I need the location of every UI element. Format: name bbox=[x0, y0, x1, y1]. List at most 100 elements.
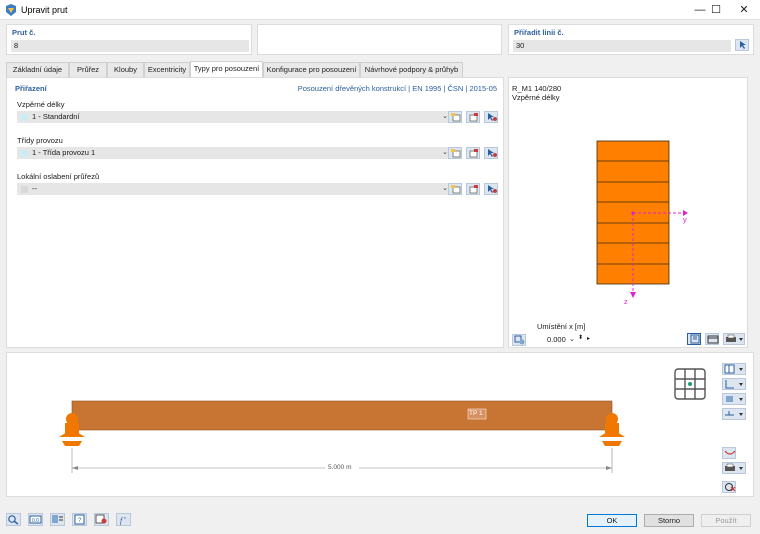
new-buckling-button[interactable] bbox=[448, 111, 462, 123]
buckling-lengths-label: Vzpěrné délky bbox=[17, 100, 65, 109]
section-preview-panel: R_M1 140/280 Vzpěrné délky y z Umístění … bbox=[508, 77, 748, 348]
help-button[interactable]: ? bbox=[72, 513, 87, 526]
buckling-lengths-select[interactable]: 1 - Standardní ⌄ bbox=[17, 111, 452, 123]
local-weakening-select[interactable]: -- ⌄ bbox=[17, 183, 452, 195]
tab-basic[interactable]: Základní údaje bbox=[6, 62, 69, 77]
formula-icon: fx bbox=[120, 515, 126, 525]
new-object-icon bbox=[451, 149, 461, 158]
display-options-button[interactable] bbox=[722, 363, 746, 375]
model-drawing bbox=[59, 368, 706, 473]
spin-right-icon[interactable]: ▸ bbox=[587, 334, 590, 345]
section-settings-button[interactable] bbox=[512, 334, 526, 346]
section-cut-button[interactable] bbox=[722, 408, 746, 420]
color-swatch bbox=[21, 114, 28, 121]
spin-updown-icon[interactable]: ⬍ bbox=[578, 333, 583, 344]
tab-design-supports[interactable]: Návrhové podpory & průhyb bbox=[360, 62, 463, 77]
edit-buckling-button[interactable] bbox=[466, 111, 480, 123]
position-value: 0.000 bbox=[547, 335, 566, 344]
assignment-panel: Přiřazení Posouzení dřevěných konstrukcí… bbox=[6, 77, 504, 348]
color-swatch bbox=[21, 186, 28, 193]
tab-design-types[interactable]: Typy pro posouzení bbox=[190, 61, 263, 77]
formula-button[interactable]: fx bbox=[116, 513, 131, 526]
centroid-point bbox=[631, 211, 635, 215]
reset-view-button[interactable] bbox=[722, 481, 736, 493]
title-bar: Upravit prut — ☐ ✕ bbox=[0, 0, 760, 20]
axis-options-button[interactable] bbox=[722, 378, 746, 390]
buckling-lengths-value: 1 - Standardní bbox=[32, 112, 80, 121]
tab-hinges[interactable]: Klouby bbox=[107, 62, 144, 77]
assignment-title: Přiřazení bbox=[15, 84, 47, 93]
dimensions-icon bbox=[690, 334, 700, 344]
svg-text:0.0: 0.0 bbox=[32, 518, 39, 524]
service-classes-label: Třídy provozu bbox=[17, 136, 63, 145]
chevron-down-icon[interactable]: ⌄ bbox=[569, 334, 575, 345]
tab-section[interactable]: Průřez bbox=[69, 62, 107, 77]
help-icon: ? bbox=[74, 514, 85, 525]
units-button[interactable]: 0.0 bbox=[28, 513, 43, 526]
position-input[interactable]: 0.000 ⌄ ⬍ ▸ bbox=[537, 334, 595, 345]
check-icon bbox=[95, 514, 107, 524]
assign-line-label: Přiřadit linii č. bbox=[514, 28, 564, 37]
y-axis-label: y bbox=[683, 215, 687, 224]
member-number-box: Prut č. 8 bbox=[6, 24, 252, 55]
dimension-arrow-right bbox=[606, 466, 612, 470]
render-options-button[interactable] bbox=[722, 393, 746, 405]
member-number-field[interactable]: 8 bbox=[11, 40, 249, 52]
info-button[interactable] bbox=[50, 513, 65, 526]
edit-object-icon bbox=[469, 185, 478, 194]
edit-object-icon bbox=[469, 113, 478, 122]
new-object-icon bbox=[451, 113, 461, 122]
service-class-select[interactable]: 1 - Třída provozu 1 ⌄ bbox=[17, 147, 452, 159]
design-standard: Posouzení dřevěných konstrukcí | EN 1995… bbox=[297, 84, 497, 93]
assign-line-box: Přiřadit linii č. 30 bbox=[508, 24, 754, 55]
dimension-arrow-left bbox=[72, 466, 78, 470]
pick-object-icon bbox=[488, 185, 497, 193]
display-icon bbox=[724, 364, 743, 374]
new-service-class-button[interactable] bbox=[448, 147, 462, 159]
view-frame-button[interactable] bbox=[705, 333, 719, 345]
deformation-icon bbox=[724, 450, 736, 455]
cut-icon bbox=[725, 411, 743, 416]
tab-design-configuration[interactable]: Konfigurace pro posouzení bbox=[263, 62, 360, 77]
window-title: Upravit prut bbox=[21, 5, 68, 15]
select-buckling-button[interactable] bbox=[484, 111, 498, 123]
close-button[interactable]: ✕ bbox=[728, 0, 760, 20]
member-number-label: Prut č. bbox=[12, 28, 36, 37]
select-weakening-button[interactable] bbox=[484, 183, 498, 195]
search-icon bbox=[8, 515, 19, 525]
info-icon bbox=[52, 515, 63, 523]
cancel-button[interactable]: Storno bbox=[644, 514, 694, 527]
position-label: Umístění x [m] bbox=[537, 322, 586, 331]
printer-icon bbox=[726, 334, 743, 342]
new-weakening-button[interactable] bbox=[448, 183, 462, 195]
render-icon bbox=[726, 396, 743, 402]
new-object-icon bbox=[451, 185, 461, 194]
edit-service-class-button[interactable] bbox=[466, 147, 480, 159]
dimension-label: 5.000 m bbox=[328, 464, 352, 471]
tab-eccentricities[interactable]: Excentricity bbox=[144, 62, 190, 77]
pick-object-icon bbox=[488, 149, 497, 157]
section-drawing bbox=[596, 140, 688, 298]
member-tag-label: TP 1 bbox=[469, 410, 483, 417]
select-service-class-button[interactable] bbox=[484, 147, 498, 159]
edit-weakening-button[interactable] bbox=[466, 183, 480, 195]
axes-icon bbox=[725, 380, 743, 389]
frame-icon bbox=[707, 335, 719, 344]
check-button[interactable] bbox=[94, 513, 109, 526]
local-weakening-value: -- bbox=[32, 184, 37, 193]
reset-icon bbox=[725, 483, 736, 492]
view-dimensions-button[interactable] bbox=[687, 333, 701, 345]
app-icon bbox=[6, 4, 16, 16]
print-model-button[interactable] bbox=[722, 462, 746, 474]
print-button[interactable] bbox=[723, 333, 745, 345]
units-icon: 0.0 bbox=[29, 515, 42, 524]
service-class-value: 1 - Třída provozu 1 bbox=[32, 148, 96, 157]
assign-line-field[interactable]: 30 bbox=[513, 40, 731, 52]
search-button[interactable] bbox=[6, 513, 21, 526]
apply-button[interactable]: Použít bbox=[701, 514, 751, 527]
deformation-button[interactable] bbox=[722, 447, 736, 459]
pick-line-button[interactable] bbox=[735, 39, 749, 51]
beam-body bbox=[71, 400, 613, 431]
model-view-panel: TP 1 5.000 m bbox=[6, 352, 754, 497]
ok-button[interactable]: OK bbox=[587, 514, 637, 527]
